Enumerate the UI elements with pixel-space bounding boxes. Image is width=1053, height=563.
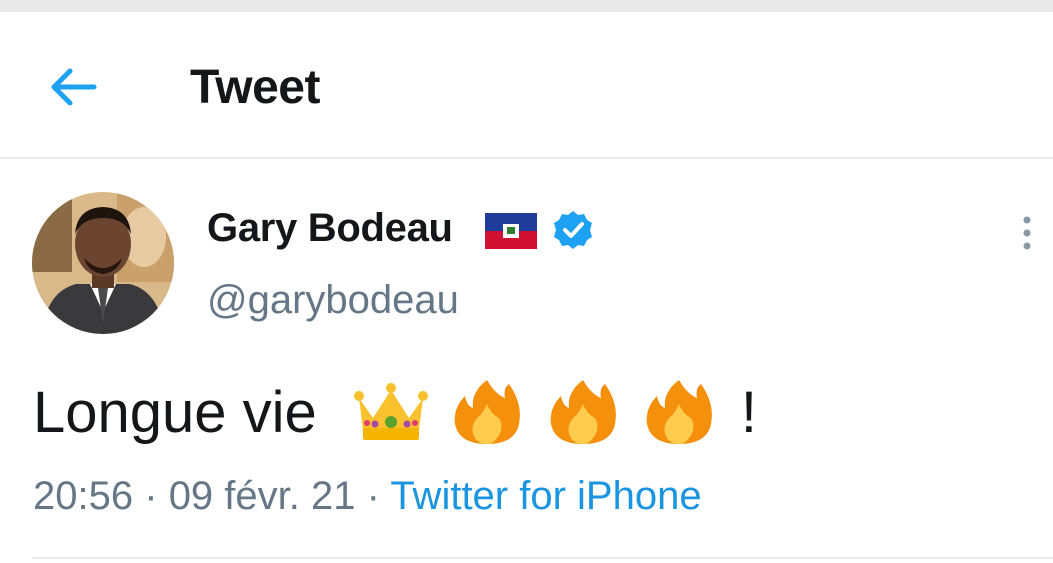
page-title: Tweet [190,61,320,114]
haiti-flag-icon [485,213,537,249]
fire-emoji [449,378,525,446]
tweet-metadata: 20:56 · 09 févr. 21 · Twitter for iPhone [33,474,702,519]
crown-emoji [353,378,429,446]
avatar[interactable] [32,192,174,334]
author-display-name[interactable]: Gary Bodeau [207,206,453,251]
author-handle[interactable]: @garybodeau [207,278,459,323]
more-options-button[interactable] [1010,214,1044,252]
status-bar [0,0,1053,12]
tweet-text-end: ! [740,379,757,445]
content-divider [32,557,1053,559]
fire-emoji [641,378,717,446]
back-button[interactable] [46,62,102,112]
meta-separator: · [366,474,380,518]
more-vertical-icon [1023,216,1031,250]
tweet-time: 20:56 [33,474,134,518]
top-app-bar: Tweet [0,12,1053,158]
tweet-text: Longue vie ! [33,378,757,446]
verified-badge-icon [554,211,592,249]
arrow-left-icon [51,68,97,106]
fire-emoji [545,378,621,446]
meta-separator: · [144,474,158,518]
tweet-date: 09 févr. 21 [168,474,356,518]
avatar-image [32,192,174,334]
tweet-source-link[interactable]: Twitter for iPhone [390,474,701,518]
tweet-text-start: Longue vie [33,379,317,445]
header-divider [0,157,1053,159]
